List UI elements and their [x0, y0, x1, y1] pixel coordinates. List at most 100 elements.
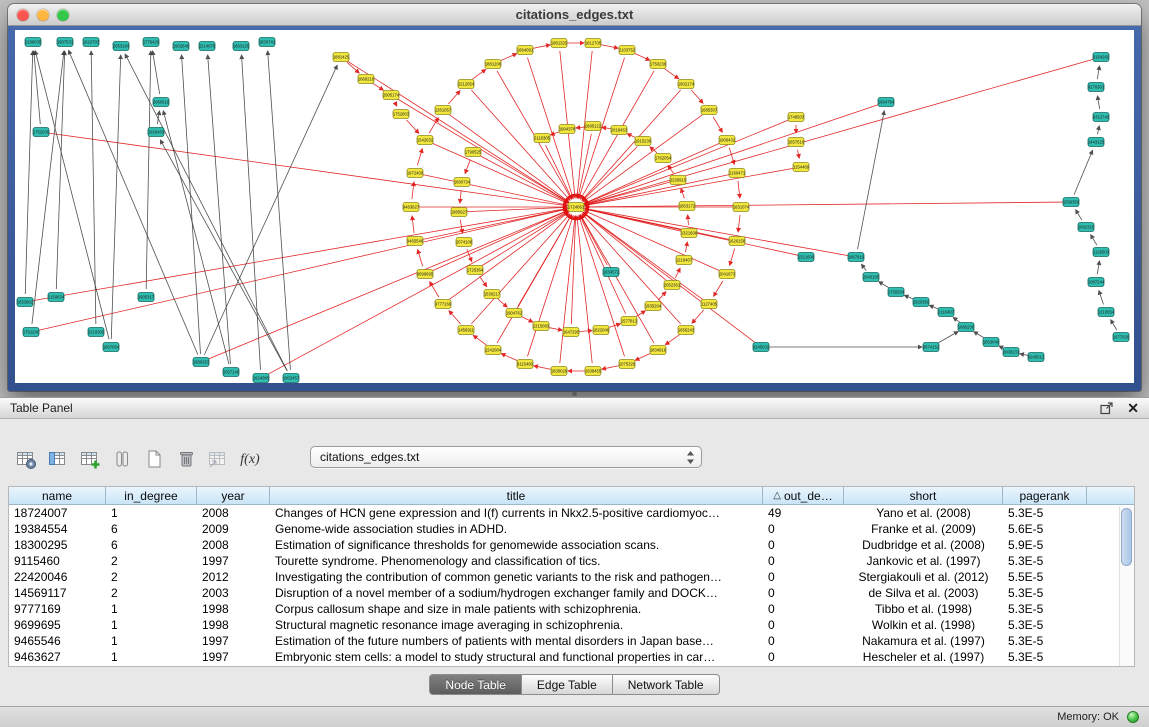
- graph-node[interactable]: 2057148: [223, 368, 240, 377]
- graph-edge[interactable]: [39, 209, 567, 330]
- graph-node[interactable]: 1853046: [983, 338, 1000, 347]
- graph-node[interactable]: 1725364: [467, 266, 484, 275]
- row-tools-button[interactable]: [108, 446, 136, 474]
- table-row[interactable]: 977716911998Corpus callosum shape and si…: [9, 601, 1134, 617]
- graph-node[interactable]: 1663125: [233, 42, 250, 51]
- graph-node[interactable]: 9777169: [435, 300, 452, 309]
- graph-edge[interactable]: [1097, 261, 1099, 274]
- graph-node[interactable]: 1087244: [1088, 278, 1105, 287]
- graph-edge[interactable]: [91, 51, 96, 324]
- graph-edge[interactable]: [585, 209, 848, 256]
- column-header-short[interactable]: short: [844, 487, 1003, 505]
- graph-edge[interactable]: [1074, 150, 1092, 194]
- graph-edge[interactable]: [460, 190, 461, 203]
- graph-node[interactable]: 1831074: [733, 203, 750, 212]
- graph-node[interactable]: 2116407: [938, 308, 955, 317]
- graph-node[interactable]: 1758204: [888, 288, 905, 297]
- graph-edge[interactable]: [601, 45, 618, 49]
- table-row[interactable]: 969969511998Structural magnetic resonanc…: [9, 617, 1134, 633]
- table-mode-button[interactable]: [12, 446, 40, 474]
- graph-node[interactable]: 2005174: [383, 91, 400, 100]
- graph-node[interactable]: 1907531: [57, 38, 74, 47]
- graph-edge[interactable]: [160, 140, 287, 371]
- graph-node[interactable]: 2150634: [48, 293, 65, 302]
- graph-edge[interactable]: [675, 268, 680, 278]
- graph-node[interactable]: 9312748: [1093, 113, 1110, 122]
- graph-edge[interactable]: [714, 281, 723, 296]
- graph-node[interactable]: 2041673: [719, 270, 736, 279]
- graph-edge[interactable]: [580, 215, 607, 265]
- graph-node[interactable]: 1685230: [958, 323, 975, 332]
- graph-node[interactable]: 1724061: [568, 203, 585, 212]
- graph-edge[interactable]: [730, 249, 735, 266]
- graph-edge[interactable]: [500, 54, 516, 61]
- graph-edge[interactable]: [429, 118, 438, 133]
- graph-node[interactable]: 1902648: [173, 42, 190, 51]
- column-header-in_degree[interactable]: in_degree: [106, 487, 197, 505]
- graph-node[interactable]: 1685122: [585, 122, 602, 131]
- graph-node[interactable]: 1961325: [551, 39, 568, 48]
- graph-edge[interactable]: [152, 51, 159, 94]
- graph-node[interactable]: 2008131: [1003, 348, 1020, 357]
- graph-node[interactable]: 1761240: [23, 328, 40, 337]
- graph-edge[interactable]: [579, 216, 625, 357]
- graph-node[interactable]: 1902174: [678, 80, 695, 89]
- graph-edge[interactable]: [713, 117, 722, 132]
- graph-node[interactable]: 1210654: [1098, 308, 1115, 317]
- graph-edge[interactable]: [688, 215, 689, 225]
- graph-node[interactable]: 1656243: [678, 326, 695, 335]
- graph-node[interactable]: 1750236: [650, 60, 667, 69]
- graph-node[interactable]: 1822046: [593, 326, 610, 335]
- graph-node[interactable]: 1881425: [333, 53, 350, 62]
- network-selector[interactable]: citations_edges.txt: [310, 446, 702, 468]
- close-window-icon[interactable]: [17, 9, 29, 21]
- memory-status-icon[interactable]: [1127, 711, 1139, 723]
- graph-node[interactable]: 1647295: [563, 328, 580, 337]
- graph-node[interactable]: 1867054: [103, 343, 120, 352]
- splitter-grip[interactable]: [572, 392, 577, 396]
- graph-edge[interactable]: [1091, 235, 1097, 245]
- column-header-out_de[interactable]: △out_de…: [763, 487, 844, 505]
- column-header-name[interactable]: name: [9, 487, 106, 505]
- graph-node[interactable]: 1660218: [358, 75, 375, 84]
- graph-node[interactable]: 1664091: [517, 46, 534, 55]
- graph-edge[interactable]: [417, 149, 422, 166]
- network-canvas[interactable]: 1724061183107416261582041673112740516562…: [15, 30, 1134, 383]
- graph-node[interactable]: 9245032: [753, 343, 770, 352]
- graph-node[interactable]: 1905317: [138, 293, 155, 302]
- graph-edge[interactable]: [1097, 66, 1099, 79]
- graph-edge[interactable]: [34, 51, 40, 124]
- window-titlebar[interactable]: citations_edges.txt: [8, 4, 1141, 26]
- tab-network-table[interactable]: Network Table: [613, 674, 720, 695]
- graph-edge[interactable]: [423, 209, 567, 239]
- graph-edge[interactable]: [904, 295, 913, 299]
- graph-edge[interactable]: [501, 354, 517, 361]
- graph-node[interactable]: 9699695: [417, 270, 434, 279]
- graph-edge[interactable]: [448, 91, 460, 104]
- graph-edge[interactable]: [208, 55, 231, 364]
- graph-node[interactable]: 2116305: [534, 134, 551, 143]
- graph-edge[interactable]: [268, 211, 568, 374]
- graph-edge[interactable]: [146, 51, 151, 289]
- graph-edge[interactable]: [879, 282, 889, 288]
- graph-edge[interactable]: [373, 83, 384, 90]
- graph-edge[interactable]: [449, 115, 568, 202]
- scrollbar-thumb[interactable]: [1121, 508, 1132, 566]
- graph-node[interactable]: 2052361: [664, 281, 681, 290]
- float-panel-icon[interactable]: [1100, 402, 1114, 415]
- graph-edge[interactable]: [432, 143, 567, 203]
- minimize-window-icon[interactable]: [37, 9, 49, 21]
- function-builder-button[interactable]: f(x): [236, 446, 264, 474]
- show-columns-button[interactable]: [44, 446, 72, 474]
- graph-edge[interactable]: [602, 366, 619, 370]
- graph-edge[interactable]: [412, 216, 414, 233]
- graph-edge[interactable]: [665, 69, 679, 79]
- graph-node[interactable]: 1752036: [33, 128, 50, 137]
- graph-edge[interactable]: [582, 90, 681, 200]
- graph-node[interactable]: 1456911: [458, 326, 475, 335]
- graph-node[interactable]: 1752803: [393, 110, 410, 119]
- new-file-button[interactable]: [140, 446, 168, 474]
- graph-edge[interactable]: [1098, 126, 1100, 134]
- graph-edge[interactable]: [518, 215, 571, 306]
- tab-edge-table[interactable]: Edge Table: [522, 674, 613, 695]
